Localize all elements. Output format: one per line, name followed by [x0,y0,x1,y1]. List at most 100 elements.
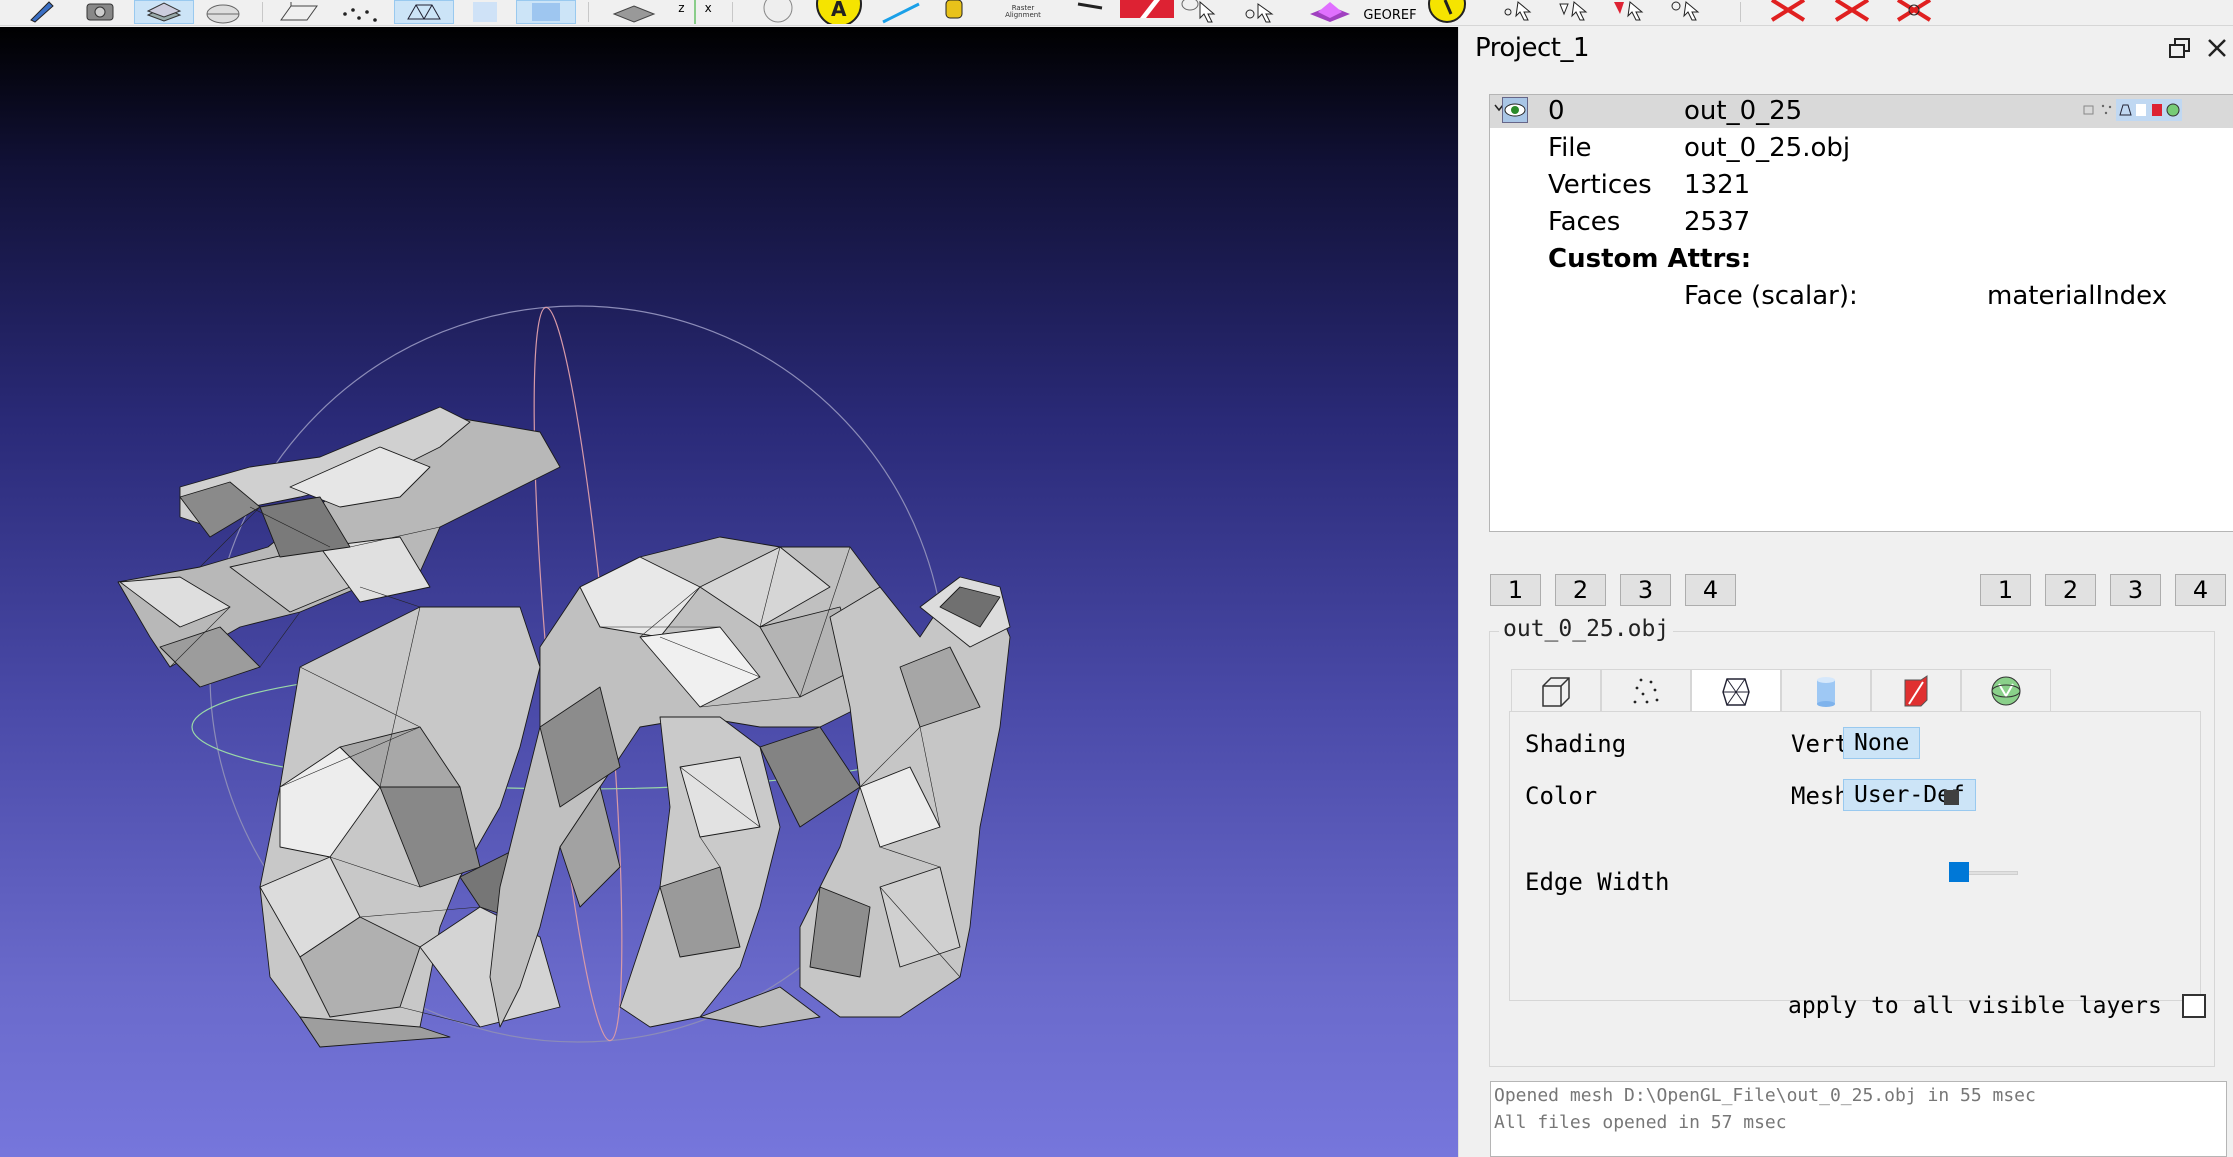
edge-width-slider[interactable] [1949,862,2018,882]
info-key-file: File [1548,133,1592,163]
layer-texture-icon[interactable] [2150,103,2164,117]
dragon-mesh-render [117,305,1011,1048]
close-panel-button[interactable] [2205,36,2229,60]
log-line: All files opened in 57 msec [1494,1112,1787,1133]
globe-icon[interactable] [200,0,246,24]
view-left-4-button[interactable]: 4 [1685,574,1736,606]
points-icon [1633,678,1659,703]
info-key-faces: Faces [1548,207,1621,237]
tab-bbox[interactable] [1511,669,1601,711]
decorator-title: out_0_25.obj [1499,616,1674,642]
float-panel-button[interactable] [2167,36,2193,62]
layer-sphere-icon[interactable] [2166,103,2180,117]
smooth-shading-icon[interactable] [516,0,576,24]
tab-points[interactable] [1601,669,1691,711]
georef-label: GEOREF [1363,8,1417,23]
georef-icon[interactable]: GEOREF [1362,0,1418,24]
view-left-3-button[interactable]: 3 [1620,574,1671,606]
3d-viewport[interactable] [0,27,1458,1157]
measure-icon[interactable] [876,0,926,24]
edge-width-label: Edge Width [1525,868,1670,896]
float-icon [2169,38,2190,58]
panel-splitter[interactable] [1458,27,1472,1157]
view-right-1-button[interactable]: 1 [1980,574,2031,606]
raster-alignment-icon[interactable]: Raster Alignment [996,0,1050,24]
apply-all-label: apply to all visible layers [1788,993,2162,1019]
main-toolbar: z x A Raster Alignment GEOREF [0,0,2233,26]
view-right-4-button[interactable]: 4 [2175,574,2226,606]
visibility-eye-icon[interactable] [1502,97,1528,123]
pick-icon[interactable] [934,0,974,24]
delete-faces-icon[interactable] [1828,0,1876,24]
attr-scope: Face (scalar): [1684,281,1858,311]
sphere-icon[interactable] [758,0,798,24]
axes-icon[interactable]: z x [670,0,720,24]
info-value-vertices: 1321 [1684,170,1751,200]
points-icon[interactable] [334,0,384,24]
toolbar-separator [732,2,733,22]
layer-flat-icon[interactable] [2134,103,2148,117]
attr-name: materialIndex [1987,281,2168,311]
apply-all-checkbox[interactable] [2182,994,2206,1018]
texture-icon [1904,674,1928,706]
axis-x-label: x [704,1,712,15]
annotation-icon[interactable]: A [814,0,864,24]
wireframe-icon[interactable] [394,0,454,24]
view-right-3-button[interactable]: 3 [2110,574,2161,606]
layer-points-icon[interactable] [2100,103,2114,117]
snapshot-icon[interactable] [80,0,120,24]
toolbar-separator [262,2,263,22]
bbox-icon[interactable] [274,0,324,24]
toolbar-separator [588,2,589,22]
cut-icon[interactable] [1120,0,1174,24]
shading-label: Shading [1525,730,1627,758]
select-vert-icon[interactable] [1556,0,1606,24]
layer-index: 0 [1548,96,1565,126]
select-vertices-icon[interactable] [1180,0,1234,24]
view-left-1-button[interactable]: 1 [1490,574,1541,606]
paint-icon[interactable] [1070,0,1110,24]
toolbar-separator [1740,2,1741,22]
layers-icon[interactable] [134,0,194,24]
custom-attrs-label: Custom Attrs: [1548,244,1752,274]
select-faces-red-icon[interactable] [1612,0,1662,24]
select-faces-icon[interactable] [1240,0,1290,24]
help-icon[interactable] [1424,0,1470,24]
slider-thumb[interactable] [1949,862,1969,882]
tab-texture[interactable] [1871,669,1961,711]
select-conn-icon[interactable] [1500,0,1550,24]
decorator-settings: Shading Vert None Color Mesh User-Def Ed… [1509,711,2201,1001]
tab-flat[interactable] [1781,669,1871,711]
select-border-icon[interactable] [1668,0,1718,24]
delete-faces-verts-icon[interactable] [1890,0,1938,24]
info-key-vertices: Vertices [1548,170,1652,200]
layer-tree: 0 out_0_25 File out_0_25.obj Vertices 13… [1489,94,2233,532]
tab-wireframe[interactable] [1691,669,1781,713]
layer-wire-icon[interactable] [2118,103,2132,117]
dragon-mesh [117,406,1011,1048]
axis-z-label: z [678,1,685,15]
grid-icon[interactable] [606,0,662,24]
shading-sub-label: Vert [1791,730,1849,758]
draw-icon[interactable] [20,0,60,24]
wireframe-mesh-icon [1722,677,1750,706]
sphere-grid-icon [1991,676,2021,705]
close-icon [2208,39,2226,57]
delete-vertices-icon[interactable] [1764,0,1812,24]
color-swatch[interactable] [1944,790,1959,805]
raster-alignment-label: Raster Alignment [1005,4,1041,19]
tab-sphere[interactable] [1961,669,2051,711]
layer-panel: Project_1 0 out_0_25 File out_0_25.obj V… [1472,27,2233,1157]
raster-icon[interactable] [1300,0,1360,24]
project-title: Project_1 [1475,33,1590,63]
shading-select[interactable]: None [1843,727,1921,759]
box-wireframe-icon [1542,676,1570,707]
view-left-2-button[interactable]: 2 [1555,574,1606,606]
flat-shading-icon[interactable] [460,0,510,24]
view-right-2-button[interactable]: 2 [2045,574,2096,606]
info-value-faces: 2537 [1684,207,1751,237]
layer-bbox-icon[interactable] [2082,103,2096,117]
color-label: Color [1525,782,1598,810]
svg-text:A: A [831,0,847,21]
color-sub-label: Mesh [1791,782,1849,810]
